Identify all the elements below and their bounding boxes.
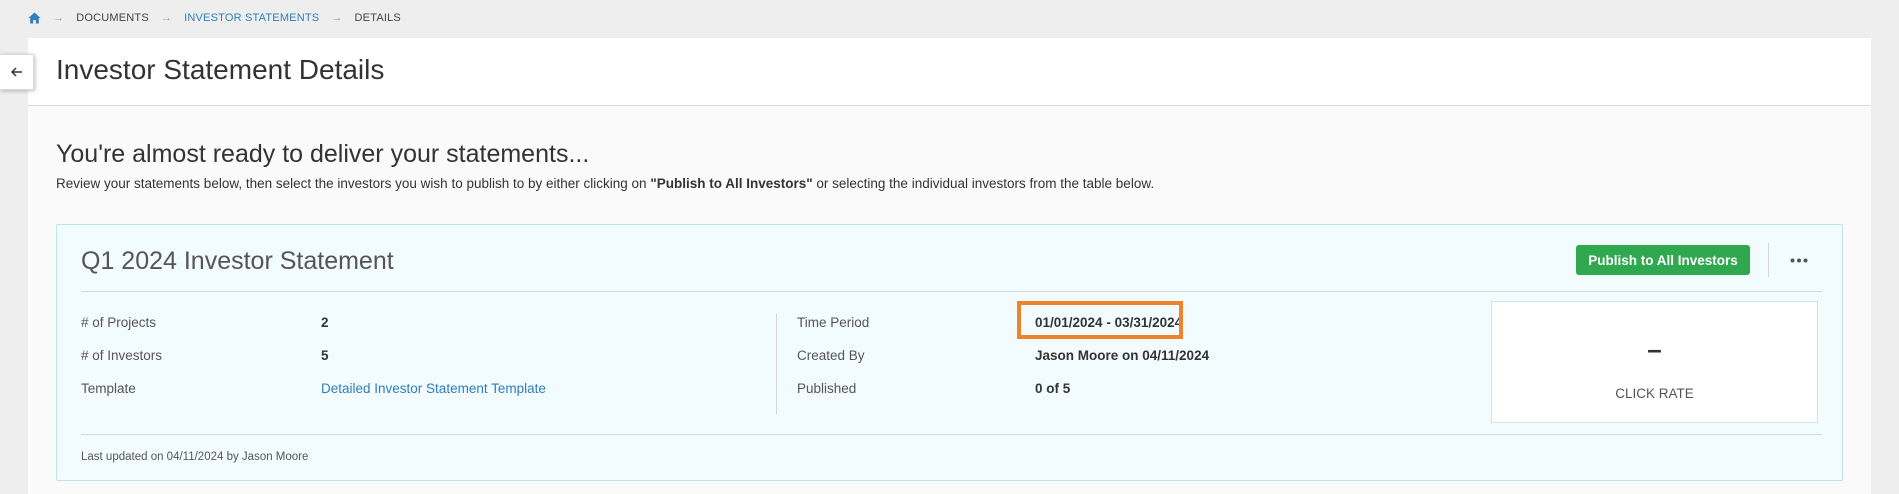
chevron-right-icon: → <box>160 12 173 24</box>
projects-value: 2 <box>321 315 329 330</box>
breadcrumb-item-investor-statements[interactable]: INVESTOR STATEMENTS <box>184 12 319 24</box>
click-rate-label: CLICK RATE <box>1615 386 1694 401</box>
highlight-box <box>1017 301 1183 339</box>
click-rate-value: – <box>1647 334 1662 364</box>
arrow-left-icon <box>10 67 22 77</box>
published-value: 0 of 5 <box>1035 381 1071 396</box>
created-by-label: Created By <box>797 348 865 363</box>
last-updated-text: Last updated on 04/11/2024 by Jason Moor… <box>81 451 309 463</box>
divider <box>81 291 1822 292</box>
ellipsis-icon <box>1790 258 1808 262</box>
breadcrumb-item-details: DETAILS <box>354 12 401 24</box>
intro-heading: You're almost ready to deliver your stat… <box>56 140 590 168</box>
projects-label: # of Projects <box>81 315 157 330</box>
published-label: Published <box>797 381 857 396</box>
investors-label: # of Investors <box>81 348 163 363</box>
intro-text-bold: "Publish to All Investors" <box>650 176 813 191</box>
statement-title: Q1 2024 Investor Statement <box>81 247 394 275</box>
home-icon[interactable] <box>28 12 41 24</box>
click-rate-card: – CLICK RATE <box>1491 301 1818 423</box>
more-options-button[interactable] <box>1779 247 1819 273</box>
breadcrumb-item-documents[interactable]: DOCUMENTS <box>76 12 149 24</box>
page-title: Investor Statement Details <box>56 54 385 85</box>
created-by-value: Jason Moore on 04/11/2024 <box>1035 348 1210 363</box>
main-content: You're almost ready to deliver your stat… <box>28 106 1871 494</box>
template-link[interactable]: Detailed Investor Statement Template <box>321 381 546 396</box>
time-period-label: Time Period <box>797 315 870 330</box>
back-button[interactable] <box>0 54 34 90</box>
divider <box>776 314 777 414</box>
investors-value: 5 <box>321 348 329 363</box>
chevron-right-icon: → <box>331 12 343 24</box>
publish-all-button[interactable]: Publish to All Investors <box>1576 245 1750 275</box>
intro-text: Review your statements below, then selec… <box>56 176 1154 191</box>
divider <box>1768 243 1769 277</box>
page-header: Investor Statement Details <box>28 38 1871 106</box>
chevron-right-icon: → <box>53 12 65 24</box>
intro-text-after: or selecting the individual investors fr… <box>812 176 1155 191</box>
template-label: Template <box>81 381 136 396</box>
statement-card: Q1 2024 Investor Statement Publish to Al… <box>56 224 1843 481</box>
divider <box>81 434 1822 435</box>
breadcrumb: → DOCUMENTS → INVESTOR STATEMENTS → DETA… <box>28 12 401 24</box>
intro-text-before: Review your statements below, then selec… <box>56 176 651 191</box>
